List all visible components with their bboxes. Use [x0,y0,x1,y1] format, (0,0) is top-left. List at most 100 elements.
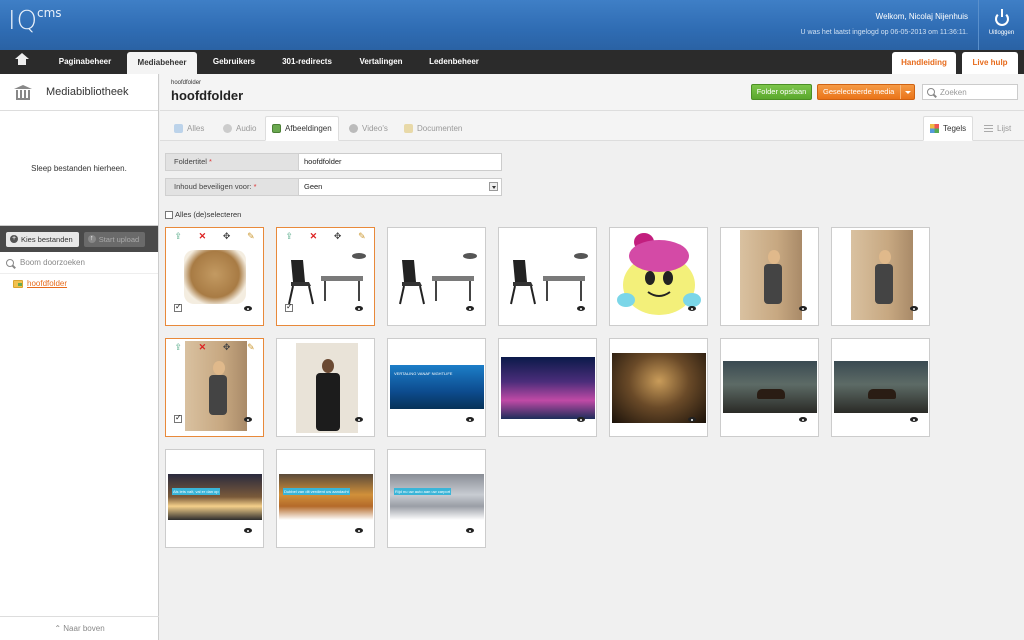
tab-audio[interactable]: Audio [217,116,262,141]
eye-icon[interactable] [355,417,363,422]
audio-icon [223,124,232,133]
breadcrumb[interactable]: hoofdfolder [171,80,201,86]
eye-icon[interactable] [244,528,252,533]
sidebar-header: Mediabibliotheek [0,74,158,111]
media-tile[interactable] [720,338,819,437]
tab-ledenbeheer[interactable]: Ledenbeheer [418,50,490,74]
choose-files-button[interactable]: + Kies bestanden [6,231,79,247]
content-header: hoofdfolder hoofdfolder Folder opslaan G… [160,74,1024,111]
tab-handleiding[interactable]: Handleiding [892,52,956,74]
protect-label-text: Inhoud beveiligen voor: [174,182,252,191]
view-tiles-button[interactable]: Tegels [923,116,974,141]
tab-vertalingen[interactable]: Vertalingen [346,50,416,74]
protect-select[interactable]: Geen [299,178,502,196]
eye-icon[interactable] [799,306,807,311]
edit-icon[interactable]: ✎ [247,231,255,241]
tile-toolbar: ⇪ ✕ ✥ ✎ [277,228,374,244]
folder-title-field[interactable]: hoofdfolder [299,153,502,171]
replace-icon[interactable]: ⇪ [174,342,182,352]
media-tile[interactable] [831,227,930,326]
tab-documenten[interactable]: Documenten [398,116,468,141]
eye-icon[interactable] [244,306,252,311]
replace-icon[interactable]: ⇪ [285,231,293,241]
plus-icon: + [10,235,18,243]
eye-icon[interactable] [577,306,585,311]
thumbnail-image: Dubbel van dit verdient uw aandacht [279,474,373,520]
tile-checkbox[interactable] [174,413,182,423]
tab-videos[interactable]: Video's [343,116,394,141]
upload-dropzone[interactable]: Sleep bestanden hierheen. [0,111,158,226]
media-tile[interactable] [276,338,375,437]
app-logo[interactable]: IQ cms [8,6,62,36]
tree-item-label: hoofdfolder [27,279,68,288]
media-tile[interactable]: ⇪ ✕ ✥ ✎ [165,227,264,326]
eye-icon[interactable] [688,417,696,422]
tree-item-hoofdfolder[interactable]: hoofdfolder [13,279,67,288]
tree-search-input[interactable]: Boom doorzoeken [0,252,158,274]
search-input[interactable]: Zoeken [922,84,1018,100]
tab-alles[interactable]: Alles [168,116,210,141]
tab-gebruikers[interactable]: Gebruikers [200,50,268,74]
start-upload-button[interactable]: ↑ Start upload [83,231,146,247]
tab-documenten-label: Documenten [417,124,463,133]
media-tile[interactable]: Rijd nu uw auto aan uw carport [387,449,486,548]
tab-live-hulp[interactable]: Live hulp [962,52,1018,74]
dropzone-text: Sleep bestanden hierheen. [31,163,127,173]
delete-icon[interactable]: ✕ [310,231,318,241]
move-icon[interactable]: ✥ [223,231,231,241]
tile-checkbox[interactable] [174,302,182,312]
view-list-button[interactable]: Lijst [978,116,1017,141]
eye-icon[interactable] [910,417,918,422]
media-tile[interactable]: ⇪ ✕ ✥ ✎ [165,338,264,437]
media-tile[interactable]: ⇪ ✕ ✥ ✎ [276,227,375,326]
eye-icon[interactable] [355,528,363,533]
media-tile[interactable] [831,338,930,437]
edit-icon[interactable]: ✎ [247,342,255,352]
tab-afbeeldingen[interactable]: Afbeeldingen [265,116,339,141]
media-tile[interactable] [720,227,819,326]
media-tile[interactable] [498,227,597,326]
media-tile[interactable]: Dubbel van dit verdient uw aandacht [276,449,375,548]
move-icon[interactable]: ✥ [334,231,342,241]
media-tile[interactable]: Als iets valt, val er dan op [165,449,264,548]
save-folder-button[interactable]: Folder opslaan [751,84,812,100]
home-button[interactable] [0,50,44,74]
media-tile[interactable] [609,338,708,437]
tile-checkbox[interactable] [285,302,293,312]
media-tile[interactable] [498,338,597,437]
tab-mediabeheer[interactable]: Mediabeheer [127,52,197,74]
eye-icon[interactable] [577,417,585,422]
chevron-down-icon[interactable] [900,85,914,99]
replace-icon[interactable]: ⇪ [174,231,182,241]
media-tile[interactable] [387,227,486,326]
tab-paginabeheer[interactable]: Paginabeheer [44,50,126,74]
protect-row: Inhoud beveiligen voor: * Geen [165,178,502,196]
select-all-toggle[interactable]: Alles (de)selecteren [165,210,241,219]
back-to-top-link[interactable]: ⌃ Naar boven [0,616,159,640]
eye-icon[interactable] [466,306,474,311]
tree-search-placeholder: Boom doorzoeken [20,258,85,267]
move-icon[interactable]: ✥ [223,342,231,352]
edit-icon[interactable]: ✎ [358,231,366,241]
tab-301-redirects[interactable]: 301-redirects [270,50,344,74]
start-upload-label: Start upload [98,234,140,244]
select-all-checkbox[interactable] [165,210,173,219]
search-icon [927,88,935,96]
eye-icon[interactable] [688,306,696,311]
eye-icon[interactable] [355,306,363,311]
required-marker: * [253,182,257,191]
eye-icon[interactable] [244,417,252,422]
delete-icon[interactable]: ✕ [199,342,207,352]
selected-media-button[interactable]: Geselecteerde media [817,84,915,100]
document-icon [404,124,413,133]
eye-icon[interactable] [466,417,474,422]
view-list-label: Lijst [997,124,1012,133]
logout-button[interactable]: Uitloggen [978,0,1024,50]
eye-icon[interactable] [466,528,474,533]
thumbnail-image [834,361,928,413]
eye-icon[interactable] [799,417,807,422]
media-tile[interactable]: VERTALING VANAF NIGHTLIFE [387,338,486,437]
media-tile[interactable] [609,227,708,326]
delete-icon[interactable]: ✕ [199,231,207,241]
eye-icon[interactable] [910,306,918,311]
